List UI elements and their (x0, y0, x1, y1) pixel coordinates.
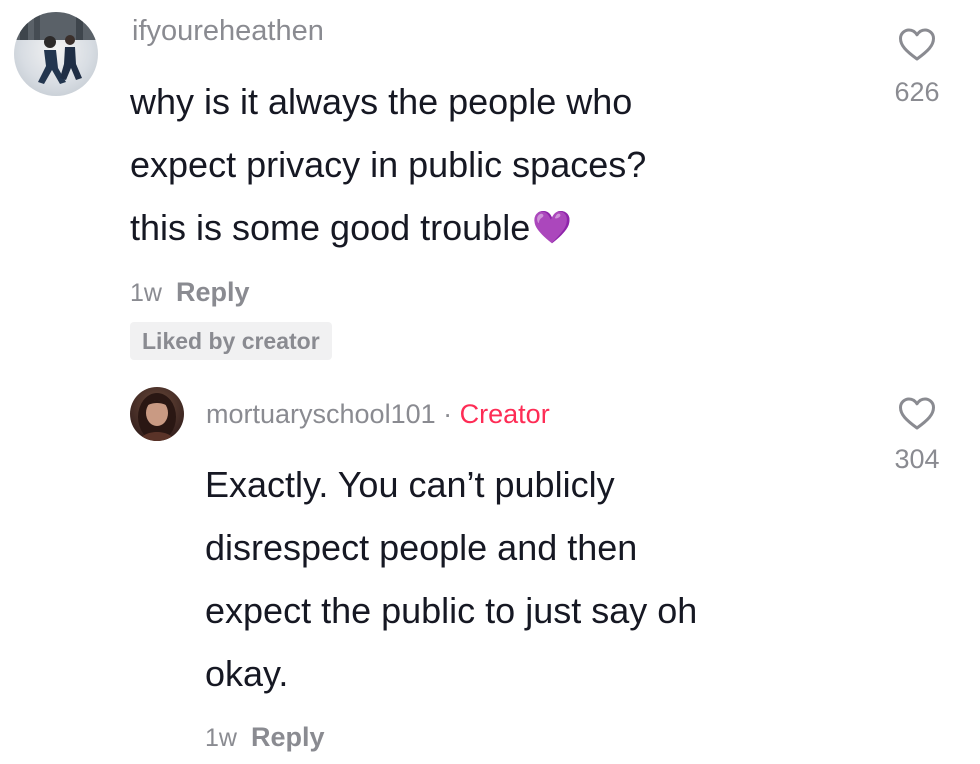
comment-username[interactable]: ifyoureheathen (132, 14, 324, 48)
like-count: 304 (894, 444, 940, 474)
like-control[interactable]: 304 (877, 397, 957, 475)
heart-outline-icon[interactable] (898, 397, 936, 431)
like-count: 626 (894, 77, 940, 107)
comment-text: Exactly. You can’t publicly disrespect p… (205, 453, 885, 705)
like-control[interactable]: 626 (877, 28, 957, 108)
heart-outline-icon[interactable] (898, 28, 936, 62)
comment-line: okay. (205, 653, 289, 694)
comment-line: Exactly. You can’t publicly (205, 464, 615, 505)
comment-meta: 1w Reply (205, 721, 325, 754)
avatar-photo-icon (138, 393, 176, 441)
reply-button[interactable]: Reply (176, 277, 250, 307)
commenter-avatar[interactable] (14, 12, 98, 96)
reply-header: mortuaryschool101 · Creator (206, 397, 550, 431)
comment-age: 1w (130, 279, 162, 307)
comment-line: this is some good trouble (130, 207, 531, 248)
comment-meta: 1w Reply (130, 276, 250, 309)
avatar-photo-icon (14, 12, 98, 84)
creator-avatar[interactable] (130, 387, 184, 441)
creator-tag: Creator (459, 399, 550, 429)
comment-username[interactable]: mortuaryschool101 (206, 399, 436, 429)
comment-line: expect privacy in public spaces? (130, 144, 647, 185)
reply-button[interactable]: Reply (251, 722, 325, 752)
purple-heart-emoji: 💜 (532, 209, 573, 245)
comment-line: why is it always the people who (130, 81, 633, 122)
liked-by-creator-badge: Liked by creator (130, 322, 332, 360)
comment-text: why is it always the people who expect p… (130, 70, 850, 259)
comment-line: disrespect people and then (205, 527, 638, 568)
comment-line-with-emoji: this is some good trouble💜 (130, 196, 850, 259)
separator-dot: · (443, 399, 453, 429)
comment-age: 1w (205, 724, 237, 752)
comment-line: expect the public to just say oh (205, 590, 698, 631)
